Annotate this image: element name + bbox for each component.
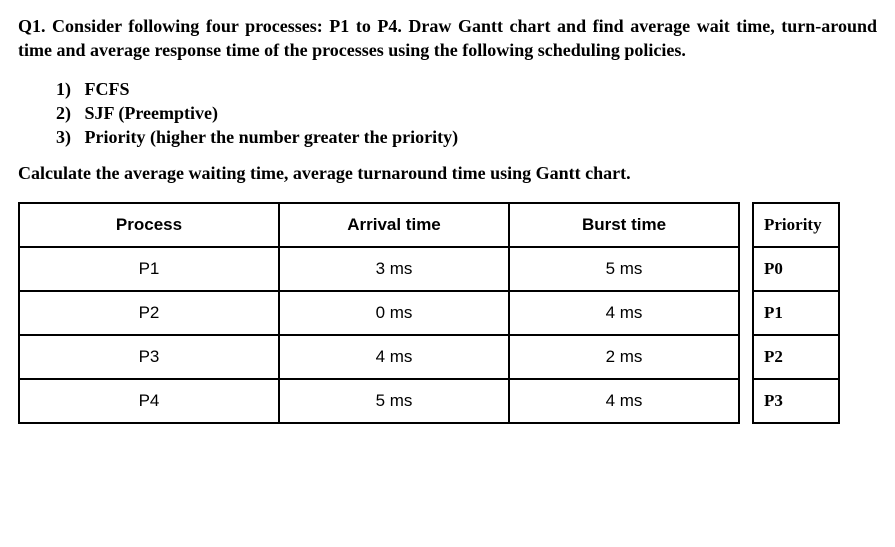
cell-burst: 4 ms <box>509 291 739 335</box>
cell-burst: 2 ms <box>509 335 739 379</box>
table-header-row: Priority <box>753 203 839 247</box>
header-burst: Burst time <box>509 203 739 247</box>
policy-item: 2) SJF (Preemptive) <box>56 101 877 125</box>
cell-arrival: 4 ms <box>279 335 509 379</box>
policy-num: 3) <box>56 125 80 149</box>
cell-priority: P3 <box>753 379 839 423</box>
instruction-text: Calculate the average waiting time, aver… <box>18 163 877 184</box>
header-process: Process <box>19 203 279 247</box>
cell-process: P3 <box>19 335 279 379</box>
policy-item: 1) FCFS <box>56 77 877 101</box>
table-row: P3 4 ms 2 ms <box>19 335 739 379</box>
table-row: P1 3 ms 5 ms <box>19 247 739 291</box>
tables-container: Process Arrival time Burst time P1 3 ms … <box>18 202 877 424</box>
cell-priority: P0 <box>753 247 839 291</box>
table-row: P4 5 ms 4 ms <box>19 379 739 423</box>
policy-num: 1) <box>56 77 80 101</box>
cell-process: P2 <box>19 291 279 335</box>
policy-item: 3) Priority (higher the number greater t… <box>56 125 877 149</box>
table-row: P2 0 ms 4 ms <box>19 291 739 335</box>
question-text: Q1. Consider following four processes: P… <box>18 14 877 63</box>
cell-arrival: 5 ms <box>279 379 509 423</box>
table-header-row: Process Arrival time Burst time <box>19 203 739 247</box>
cell-burst: 4 ms <box>509 379 739 423</box>
cell-process: P4 <box>19 379 279 423</box>
cell-priority: P2 <box>753 335 839 379</box>
cell-burst: 5 ms <box>509 247 739 291</box>
table-row: P1 <box>753 291 839 335</box>
cell-process: P1 <box>19 247 279 291</box>
priority-table: Priority P0 P1 P2 P3 <box>752 202 840 424</box>
cell-priority: P1 <box>753 291 839 335</box>
policy-num: 2) <box>56 101 80 125</box>
policy-text: SJF (Preemptive) <box>85 103 218 123</box>
process-table: Process Arrival time Burst time P1 3 ms … <box>18 202 740 424</box>
policy-text: Priority (higher the number greater the … <box>85 127 459 147</box>
policies-list: 1) FCFS 2) SJF (Preemptive) 3) Priority … <box>56 77 877 150</box>
header-arrival: Arrival time <box>279 203 509 247</box>
table-row: P0 <box>753 247 839 291</box>
policy-text: FCFS <box>85 79 130 99</box>
cell-arrival: 0 ms <box>279 291 509 335</box>
header-priority: Priority <box>753 203 839 247</box>
table-row: P2 <box>753 335 839 379</box>
cell-arrival: 3 ms <box>279 247 509 291</box>
table-row: P3 <box>753 379 839 423</box>
